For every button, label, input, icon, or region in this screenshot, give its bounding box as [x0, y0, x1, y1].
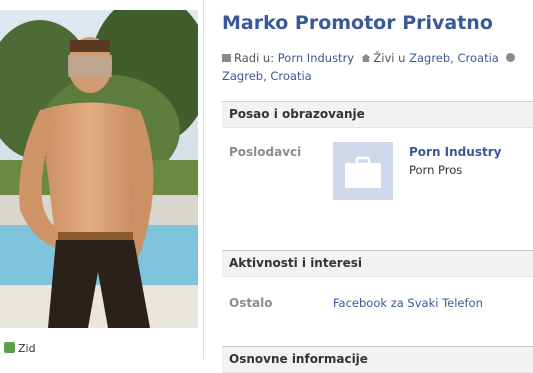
briefcase-icon [222, 54, 231, 62]
works-at-link[interactable]: Porn Industry [278, 51, 354, 65]
other-value-link[interactable]: Facebook za Svaki Telefon [333, 296, 483, 310]
wall-icon [4, 342, 15, 353]
globe-icon [506, 53, 516, 62]
hometown-line: Zagreb, Croatia [222, 69, 312, 83]
basic-info-section-title: Osnovne informacije [229, 352, 368, 366]
activities-section-title: Aktivnosti i interesi [229, 256, 363, 270]
wall-label: Zid [18, 342, 36, 355]
home-icon [361, 54, 371, 62]
lives-in-link[interactable]: Zagreb, Croatia [409, 51, 499, 65]
employers-label: Poslodavci [229, 145, 302, 159]
other-label: Ostalo [229, 296, 273, 310]
lives-prefix: Živi u [373, 51, 406, 65]
profile-photo[interactable] [0, 10, 198, 328]
left-column: Zid [0, 0, 200, 359]
company-icon-box[interactable] [333, 142, 393, 200]
hometown-link[interactable]: Zagreb, Croatia [222, 69, 312, 83]
company-subtitle: Porn Pros [409, 163, 463, 177]
work-section-title: Posao i obrazovanje [229, 107, 365, 121]
profile-photo-image [0, 10, 198, 328]
activities-section-header: Aktivnosti i interesi [222, 250, 533, 277]
company-name-link[interactable]: Porn Industry [409, 145, 501, 159]
wall-link[interactable]: Zid [4, 342, 36, 355]
profile-info-line: Radi u: Porn Industry Živi u Zagreb, Cro… [222, 51, 518, 65]
column-divider [203, 0, 204, 359]
briefcase-large-icon [345, 156, 381, 188]
basic-info-section-header: Osnovne informacije [222, 346, 533, 373]
profile-name: Marko Promotor Privatno [222, 12, 493, 34]
work-section-header: Posao i obrazovanje [222, 101, 533, 128]
works-prefix: Radi u: [234, 51, 275, 65]
